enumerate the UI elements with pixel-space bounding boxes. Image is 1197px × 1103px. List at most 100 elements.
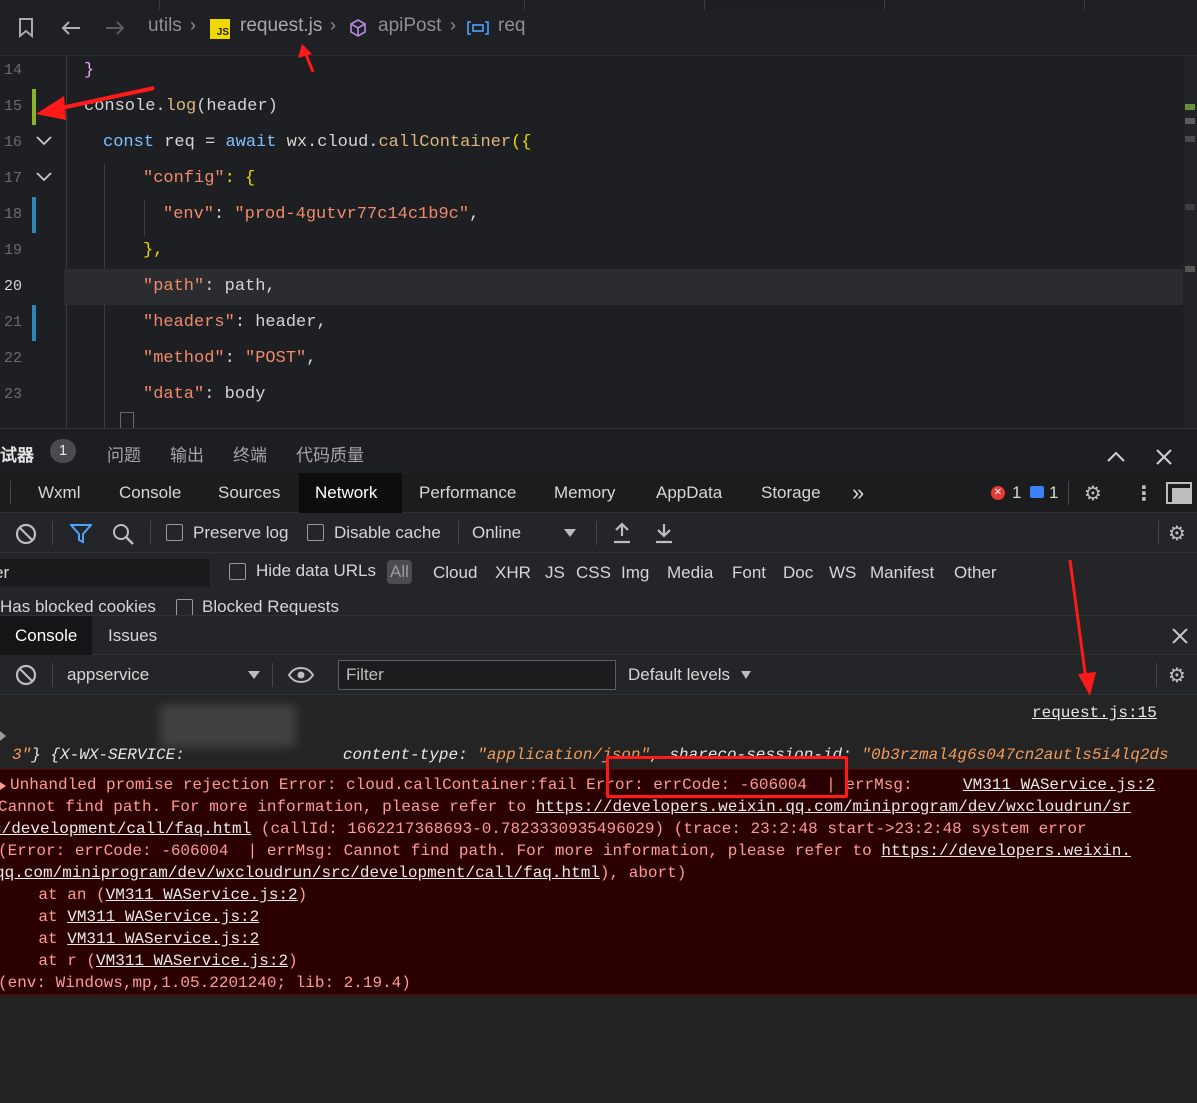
chevron-up-icon[interactable] [1106, 443, 1126, 469]
type-filter-js[interactable]: JS [545, 563, 565, 583]
bookmark-icon[interactable] [14, 14, 38, 42]
drawer-tab-issues[interactable]: Issues [93, 616, 172, 656]
back-arrow-icon[interactable] [58, 14, 84, 42]
type-filter-all[interactable]: All [387, 560, 412, 584]
error-source-link[interactable]: VM311 WAService.js:2 [963, 774, 1155, 796]
type-filter-other[interactable]: Other [954, 563, 997, 583]
tab-network[interactable]: Network [299, 473, 402, 513]
gear-icon[interactable]: ⚙ [1168, 663, 1186, 688]
export-har-icon[interactable] [654, 522, 674, 549]
tab-code-quality[interactable]: 代码质量 [296, 441, 364, 466]
type-filter-cloud[interactable]: Cloud [433, 563, 477, 583]
stack-frame: at an (VM311 WAService.js:2) [0, 886, 308, 904]
code-line-18: 18 "env": "prod-4gutvr77c14c1b9c", [0, 197, 1180, 233]
disable-cache-checkbox[interactable] [307, 524, 324, 541]
tab-debugger[interactable]: 调试器 [0, 441, 34, 466]
tab-output[interactable]: 输出 [170, 441, 204, 466]
devtools-tab-bar: Wxml Console Sources Network Performance… [0, 473, 1197, 513]
git-change-marker [32, 197, 36, 233]
breadcrumb-file[interactable]: request.js [240, 15, 322, 37]
tab-memory[interactable]: Memory [540, 473, 629, 513]
divider [1068, 481, 1069, 505]
errcode-highlight-box [606, 756, 848, 798]
eye-icon[interactable] [287, 666, 315, 688]
error-count[interactable]: 1 [1012, 483, 1021, 503]
tab-storage[interactable]: Storage [747, 473, 835, 513]
drawer-tab-console[interactable]: Console [0, 616, 93, 656]
throttling-select[interactable]: Online [472, 523, 521, 543]
stack-frame: at r (VM311 WAService.js:2) [0, 952, 298, 970]
type-filter-doc[interactable]: Doc [783, 563, 813, 583]
error-line-2: Cannot find path. For more information, … [0, 798, 1131, 816]
clear-console-icon[interactable] [15, 664, 37, 691]
divider [10, 481, 11, 505]
tab-performance[interactable]: Performance [405, 473, 530, 513]
line-number: 16 [4, 134, 23, 151]
tab-appdata[interactable]: AppData [642, 473, 736, 513]
code-line-22: 22 "method": "POST", [0, 341, 1180, 377]
forward-arrow-icon[interactable] [102, 14, 128, 42]
type-filter-font[interactable]: Font [732, 563, 766, 583]
code-text: "path": path, [143, 277, 276, 296]
has-blocked-cookies-label[interactable]: Has blocked cookies [0, 597, 156, 615]
clear-icon[interactable] [15, 523, 37, 550]
breadcrumb-function[interactable]: apiPost [378, 15, 441, 37]
filter-funnel-icon[interactable] [68, 524, 94, 549]
minimap[interactable] [1183, 56, 1197, 428]
network-filter-input[interactable]: er [0, 559, 210, 587]
message-icon [1030, 486, 1044, 498]
console-filter-input[interactable]: Filter [338, 660, 616, 690]
error-line-3: c/development/call/faq.html (callId: 166… [0, 820, 1087, 838]
dock-side-icon[interactable] [1166, 482, 1192, 510]
close-icon[interactable] [1156, 445, 1172, 471]
type-filter-media[interactable]: Media [667, 563, 713, 583]
log-levels-select[interactable]: Default levels [628, 665, 730, 685]
redacted-value [160, 705, 296, 747]
code-line-21: 21 "headers": header, [0, 305, 1180, 341]
code-line-23: 23 "data": body [0, 377, 1180, 413]
error-line-5: qq.com/miniprogram/dev/wxcloudrun/src/de… [0, 864, 687, 882]
close-icon[interactable] [1172, 628, 1188, 649]
code-editor[interactable]: 14 } 15 console.log(header) 16 const req… [0, 56, 1197, 428]
dropdown-arrow-icon[interactable] [248, 671, 260, 679]
line-number: 18 [4, 206, 23, 223]
preserve-log-checkbox[interactable] [166, 524, 183, 541]
type-filter-manifest[interactable]: Manifest [870, 563, 934, 583]
breadcrumb-variable[interactable]: req [498, 15, 525, 37]
preserve-log-label: Preserve log [193, 523, 289, 542]
dropdown-arrow-icon[interactable] [741, 671, 751, 679]
gear-icon[interactable]: ⚙ [1168, 521, 1186, 546]
hide-data-urls-checkbox[interactable] [229, 563, 246, 580]
breadcrumb-folder[interactable]: utils [148, 15, 182, 37]
fold-chevron-icon[interactable] [36, 125, 52, 161]
import-har-icon[interactable] [612, 522, 632, 549]
search-icon[interactable] [112, 523, 134, 550]
type-filter-ws[interactable]: WS [829, 563, 856, 583]
tab-sources[interactable]: Sources [204, 473, 294, 513]
log-source-link[interactable]: request.js:15 [1032, 702, 1157, 724]
kebab-menu-icon[interactable]: ⋮ [1134, 481, 1154, 506]
console-output[interactable]: request.js:15 {X-WX-SERVICE: content-type… [0, 695, 1197, 1103]
type-filter-xhr[interactable]: XHR [495, 563, 531, 583]
error-message-block[interactable]: Unhandled promise rejection Error: cloud… [0, 769, 1197, 995]
gear-icon[interactable]: ⚙ [1084, 481, 1102, 506]
tab-console[interactable]: Console [105, 473, 195, 513]
dropdown-arrow-icon[interactable] [564, 529, 576, 537]
type-filter-img[interactable]: Img [621, 563, 649, 583]
tab-terminal[interactable]: 终端 [233, 441, 267, 466]
message-count[interactable]: 1 [1049, 483, 1058, 503]
expand-arrow-icon[interactable] [0, 782, 6, 790]
tab-problems[interactable]: 问题 [107, 441, 141, 466]
fold-chevron-icon[interactable] [36, 161, 52, 197]
context-select[interactable]: appservice [67, 665, 149, 685]
console-toolbar: appservice Filter Default levels ⚙ [0, 655, 1197, 695]
tab-wxml[interactable]: Wxml [24, 473, 94, 513]
type-filter-css[interactable]: CSS [576, 563, 611, 583]
disable-cache-label: Disable cache [334, 523, 441, 542]
blocked-requests-checkbox[interactable] [176, 599, 193, 615]
git-change-marker [32, 305, 36, 341]
line-number: 15 [4, 98, 23, 115]
divider [52, 521, 53, 545]
more-tabs-button[interactable]: » [838, 473, 878, 513]
expand-arrow-icon[interactable] [0, 731, 6, 741]
